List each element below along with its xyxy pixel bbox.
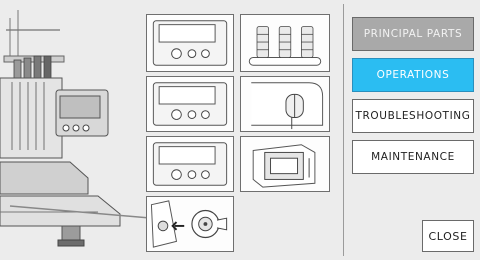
embroidery-machine-icon [0,10,121,247]
bobbin-case-tile[interactable] [146,196,234,252]
operation-panel-icon [152,20,228,66]
thread-spools-tile[interactable] [240,14,330,72]
embroidery-machine-illustration [0,0,145,260]
help-screen: PRINCIPAL PARTS OPERATIONS TROUBLESHOOTI… [0,0,480,260]
card-slot-tile[interactable] [240,136,330,192]
machine-head-icon [251,82,324,130]
operation-panel-tile-1[interactable] [146,14,234,72]
troubleshooting-button[interactable]: TROUBLESHOOTING [352,99,474,133]
principal-parts-button[interactable]: PRINCIPAL PARTS [352,17,474,51]
close-label: CLOSE [428,229,468,243]
operation-panel-tile-2[interactable] [146,76,234,132]
thread-spools-icon [248,26,322,66]
card-slot-icon [252,144,316,188]
maintenance-button[interactable]: MAINTENANCE [352,140,474,174]
operation-panel-icon [152,142,228,186]
operations-button[interactable]: OPERATIONS [352,58,474,92]
needle-bar-cover-tile[interactable] [240,76,330,132]
close-button[interactable]: CLOSE [422,220,474,252]
troubleshooting-label: TROUBLESHOOTING [355,110,471,122]
panel-divider [343,4,344,256]
bobbin-case-icon [150,200,228,248]
principal-parts-label: PRINCIPAL PARTS [363,28,463,40]
maintenance-label: MAINTENANCE [371,151,455,163]
operations-label: OPERATIONS [376,69,450,81]
operation-panel-icon [152,82,228,126]
operation-panel-tile-3[interactable] [146,136,234,192]
